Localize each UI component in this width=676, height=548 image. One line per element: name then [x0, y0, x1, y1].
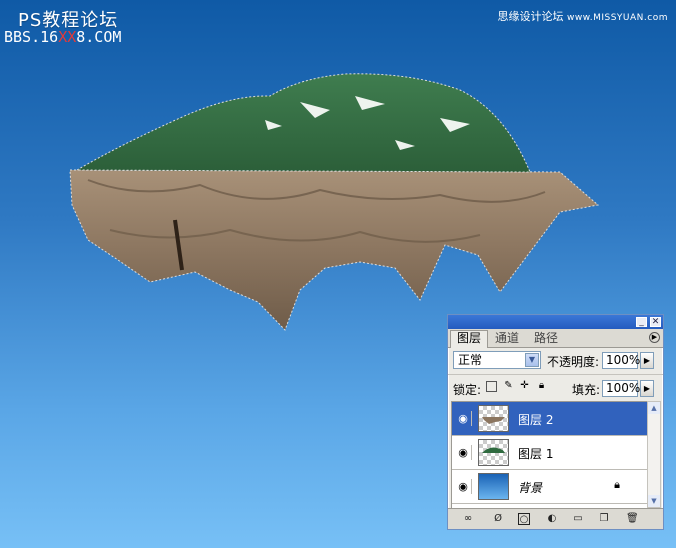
layers-panel: _ ✕ 图层 通道 路径 ▶ 正常 ▼ 不透明度: 100% ▶ 锁定: ✎ ✛ …	[447, 314, 664, 530]
move-icon[interactable]: ✛	[519, 380, 530, 391]
layer-name: 图层 2	[518, 413, 554, 427]
opacity-label: 不透明度:	[547, 355, 600, 369]
eye-icon[interactable]: ◉	[455, 411, 472, 426]
panel-titlebar[interactable]: _ ✕	[448, 315, 663, 329]
lock-icon: 🔒︎	[614, 478, 620, 491]
adjustment-icon[interactable]: ◐	[546, 513, 558, 525]
minimize-icon[interactable]: _	[636, 317, 647, 327]
layer-2-thumbnail	[478, 405, 509, 432]
lock-icon[interactable]: 🔒︎	[536, 380, 547, 391]
panel-menu-icon[interactable]: ▶	[649, 332, 660, 343]
chevron-down-icon[interactable]: ▼	[525, 353, 539, 367]
layer-name: 图层 1	[518, 447, 554, 461]
tab-paths[interactable]: 路径	[528, 331, 564, 346]
blend-mode-value: 正常	[458, 353, 483, 367]
floating-island	[69, 73, 600, 331]
fill-input[interactable]: 100%	[602, 380, 640, 397]
url-red-mark: XX	[58, 28, 77, 46]
eye-icon[interactable]: ◉	[455, 445, 472, 460]
blend-row: 正常 ▼ 不透明度: 100% ▶	[448, 347, 663, 373]
panel-bottom-bar: ∞ Ø ○ ◐ ▭ ❐ 🗑︎	[448, 508, 663, 529]
new-layer-icon[interactable]: ❐	[598, 513, 610, 525]
lock-transparency-icon[interactable]	[486, 381, 497, 392]
url-prefix: BBS.16	[4, 28, 59, 46]
layer-2-thumb-art	[482, 417, 505, 424]
layer-row-background[interactable]: ◉ 背景 🔒︎	[452, 470, 648, 504]
layer-list: ◉ 图层 2 ◉ 图层 1 ◉ 背景 🔒︎	[451, 401, 649, 510]
lock-row: 锁定: ✎ ✛ 🔒︎ 填充: 100% ▶	[448, 374, 663, 401]
url-suffix: 8.COM	[76, 28, 122, 46]
background-thumbnail	[478, 473, 509, 500]
fill-label: 填充:	[572, 383, 601, 397]
layer-1-thumbnail	[478, 439, 509, 466]
opacity-stepper[interactable]: ▶	[640, 352, 654, 369]
site-watermark-label: 思缘设计论坛	[497, 10, 564, 23]
mask-icon[interactable]: ○	[518, 513, 530, 525]
panel-tabs: 图层 通道 路径 ▶	[448, 329, 663, 348]
layer-1-thumb-art	[482, 447, 505, 453]
folder-icon[interactable]: ▭	[572, 513, 584, 525]
tab-channels[interactable]: 通道	[489, 331, 525, 346]
fx-icon[interactable]: Ø	[492, 513, 504, 525]
blend-mode-select[interactable]: 正常 ▼	[453, 351, 541, 369]
scroll-down-icon[interactable]: ▼	[648, 495, 660, 507]
layer-list-scrollbar[interactable]: ▲ ▼	[647, 401, 661, 508]
site-watermark: 思缘设计论坛 www.MISSYUAN.com	[497, 8, 668, 24]
scroll-up-icon[interactable]: ▲	[648, 402, 660, 414]
link-icon[interactable]: ∞	[462, 513, 474, 525]
brush-icon[interactable]: ✎	[503, 380, 514, 391]
lock-label: 锁定:	[453, 383, 482, 397]
layer-row-1[interactable]: ◉ 图层 1	[452, 436, 648, 470]
forum-watermark-url: BBS.16XX8.COM	[4, 28, 121, 46]
close-icon[interactable]: ✕	[650, 317, 661, 327]
layer-row-2[interactable]: ◉ 图层 2	[452, 402, 648, 436]
tab-layers[interactable]: 图层	[450, 330, 489, 348]
layer-name: 背景	[518, 481, 543, 495]
trash-icon[interactable]: 🗑︎	[626, 513, 639, 525]
fill-stepper[interactable]: ▶	[640, 380, 654, 397]
eye-icon[interactable]: ◉	[455, 479, 472, 494]
site-watermark-url: www.MISSYUAN.com	[566, 13, 668, 23]
opacity-input[interactable]: 100%	[602, 352, 640, 369]
